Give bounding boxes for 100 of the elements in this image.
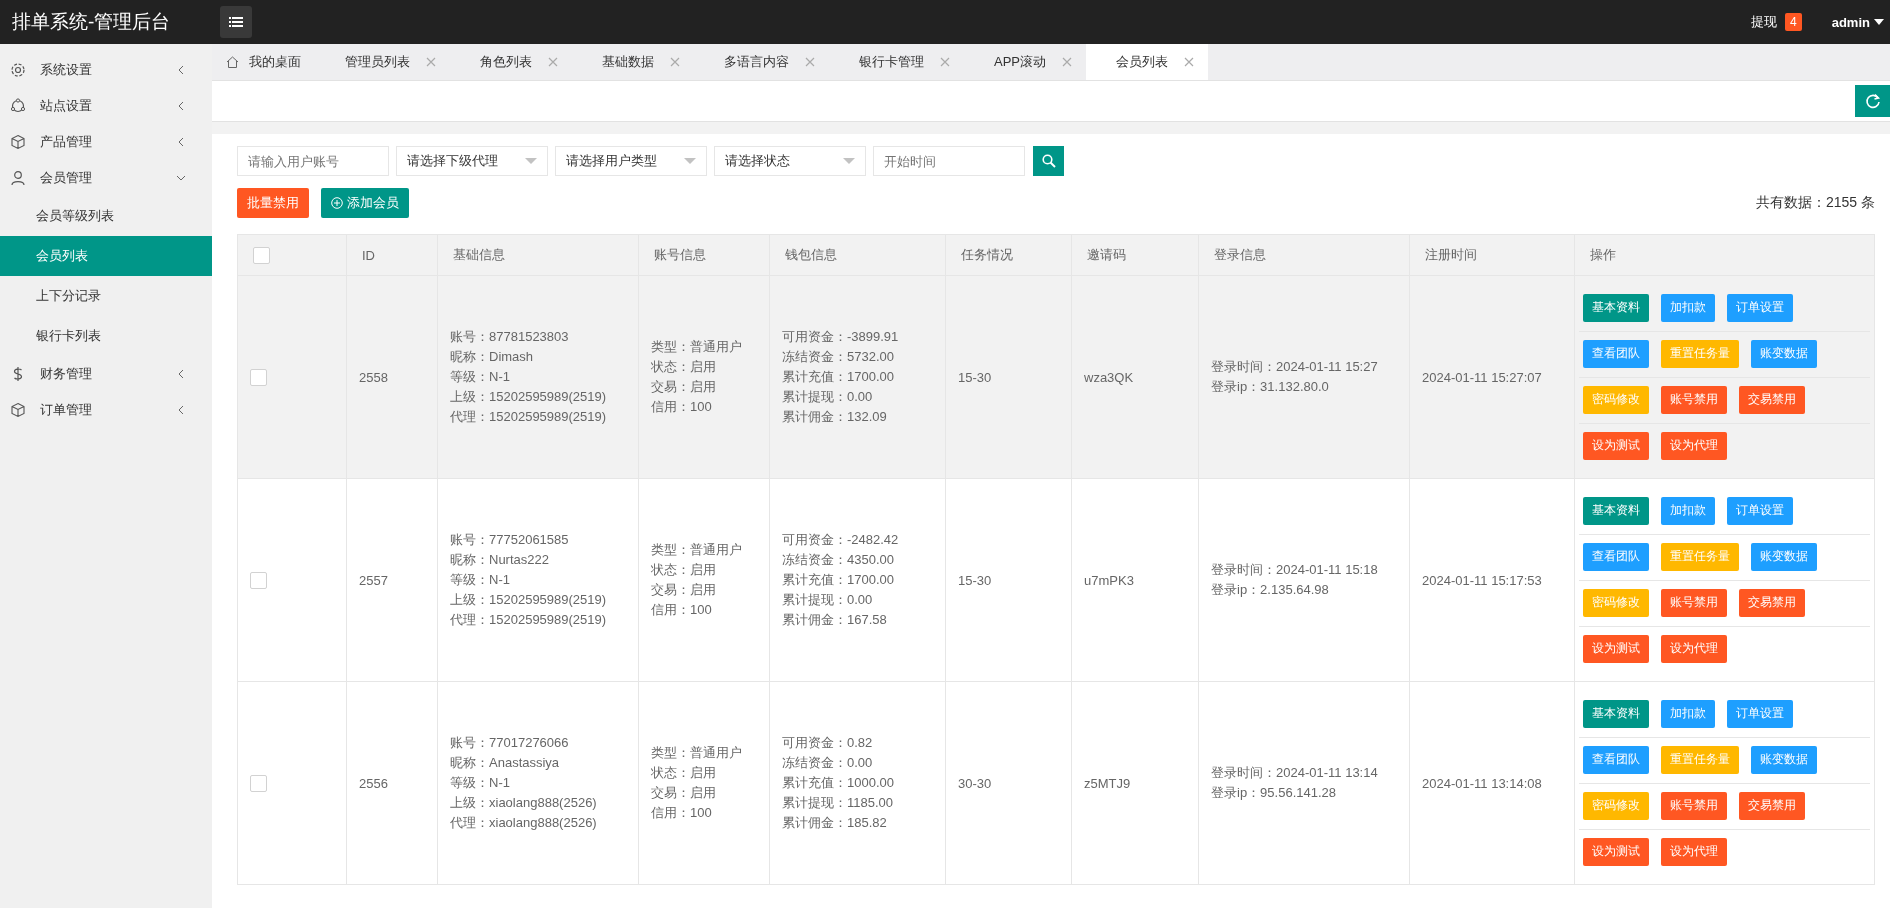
action-button[interactable]: 重置任务量 [1661, 339, 1739, 368]
cell-text: 交易：启用 [651, 581, 717, 599]
action-button[interactable]: 设为测试 [1583, 634, 1649, 663]
action-button[interactable]: 账号禁用 [1661, 588, 1727, 617]
sidebar-item[interactable]: 会员等级列表 [0, 196, 212, 236]
close-icon[interactable] [940, 57, 950, 67]
search-icon [1041, 154, 1056, 168]
cell-text: 登录ip：95.56.141.28 [1211, 784, 1338, 802]
action-button[interactable]: 账变数据 [1751, 745, 1817, 774]
checkbox[interactable] [250, 368, 267, 386]
action-button[interactable]: 设为代理 [1661, 837, 1727, 866]
sidebar-item[interactable]: 会员列表 [0, 236, 212, 276]
tab[interactable]: 我的桌面 [212, 44, 315, 80]
action-button[interactable]: 交易禁用 [1739, 588, 1805, 617]
sidebar-item[interactable]: 系统设置 [0, 52, 212, 88]
checkbox[interactable] [253, 246, 270, 264]
action-button[interactable]: 账变数据 [1751, 542, 1817, 571]
action-button[interactable]: 查看团队 [1583, 542, 1649, 571]
action-button[interactable]: 加扣款 [1661, 293, 1715, 322]
refresh-button[interactable] [1855, 85, 1890, 117]
chevron-icon [176, 101, 186, 111]
action-button[interactable]: 订单设置 [1727, 496, 1793, 525]
cell-text: 冻结资金：0.00 [782, 754, 874, 772]
action-button[interactable]: 查看团队 [1583, 745, 1649, 774]
close-icon[interactable] [426, 57, 436, 67]
cell-text: 代理：15202595989(2519) [450, 611, 608, 629]
withdraw-link[interactable]: 提现 [1751, 13, 1777, 31]
caret-icon [1874, 19, 1884, 25]
tab[interactable]: 会员列表 [1086, 44, 1208, 80]
menu-button[interactable] [220, 6, 252, 38]
dropdown[interactable]: 请选择状态 [714, 146, 866, 176]
close-icon[interactable] [1184, 57, 1194, 67]
menu-icon [229, 16, 243, 28]
close-icon[interactable] [805, 57, 815, 67]
tab[interactable]: APP滚动 [964, 44, 1086, 80]
action-button[interactable]: 设为测试 [1583, 837, 1649, 866]
cell-text: 昵称：Nurtas222 [450, 551, 550, 569]
action-button[interactable]: 加扣款 [1661, 496, 1715, 525]
action-button[interactable]: 交易禁用 [1739, 791, 1805, 820]
checkbox[interactable] [250, 571, 267, 589]
input-field[interactable]: 开始时间 [873, 146, 1025, 176]
action-button[interactable]: 基本资料 [1583, 293, 1649, 322]
search-button[interactable] [1033, 146, 1064, 176]
home-icon [226, 56, 239, 68]
action-button[interactable]: 密码修改 [1583, 385, 1649, 414]
cell-text: 2024-01-11 15:27:07 [1422, 369, 1542, 385]
tab[interactable]: 角色列表 [450, 44, 572, 80]
cell-text: 30-30 [958, 775, 992, 791]
sidebar-item[interactable]: 银行卡列表 [0, 316, 212, 356]
cell-text: 状态：启用 [651, 561, 717, 579]
action-button[interactable]: 交易禁用 [1739, 385, 1805, 414]
cell-text: 上级：xiaolang888(2526) [450, 794, 598, 812]
close-icon[interactable] [548, 57, 558, 67]
input-field[interactable]: 请输入用户账号 [237, 146, 389, 176]
sidebar-item[interactable]: 站点设置 [0, 88, 212, 124]
dropdown[interactable]: 请选择用户类型 [555, 146, 707, 176]
action-button[interactable]: 设为代理 [1661, 634, 1727, 663]
action-button[interactable]: 基本资料 [1583, 699, 1649, 728]
tab[interactable]: 管理员列表 [315, 44, 450, 80]
action-button[interactable]: 账号禁用 [1661, 385, 1727, 414]
action-button[interactable]: 账号禁用 [1661, 791, 1727, 820]
action-button[interactable]: 重置任务量 [1661, 542, 1739, 571]
tab[interactable]: 多语言内容 [694, 44, 829, 80]
cell-text: 账号：87781523803 [450, 328, 570, 346]
cell-text: 账号：77752061585 [450, 531, 570, 549]
action-button[interactable]: 密码修改 [1583, 791, 1649, 820]
close-icon[interactable] [1062, 57, 1072, 67]
action-button[interactable]: 加扣款 [1661, 699, 1715, 728]
dropdown[interactable]: 请选择下级代理 [396, 146, 548, 176]
cell-text: wza3QK [1084, 369, 1134, 385]
cell-text: 登录时间：2024-01-11 15:27 [1211, 358, 1379, 376]
sidebar-item[interactable]: 订单管理 [0, 392, 212, 428]
action-button[interactable]: 设为测试 [1583, 431, 1649, 460]
cell-text: 信用：100 [651, 398, 713, 416]
record-count: 共有数据：2155 条 [1755, 194, 1875, 212]
action-button[interactable]: 订单设置 [1727, 699, 1793, 728]
cell-text: 状态：启用 [651, 358, 717, 376]
action-button[interactable]: 设为代理 [1661, 431, 1727, 460]
app-title: 排单系统-管理后台 [11, 10, 172, 34]
action-button[interactable]: 重置任务量 [1661, 745, 1739, 774]
action-button[interactable]: 密码修改 [1583, 588, 1649, 617]
action-button[interactable]: 账变数据 [1751, 339, 1817, 368]
cell-text: 登录时间：2024-01-11 15:18 [1211, 561, 1379, 579]
action-button[interactable]: 查看团队 [1583, 339, 1649, 368]
action-button[interactable]: 订单设置 [1727, 293, 1793, 322]
sidebar-item[interactable]: 财务管理 [0, 356, 212, 392]
action-button[interactable]: 批量禁用 [237, 188, 309, 218]
checkbox[interactable] [250, 774, 267, 792]
action-button[interactable]: 添加会员 [321, 188, 409, 218]
tab[interactable]: 基础数据 [572, 44, 694, 80]
tab[interactable]: 银行卡管理 [829, 44, 964, 80]
user-menu[interactable]: admin [1831, 14, 1884, 30]
cell-text: 2558 [359, 369, 388, 385]
sidebar-item[interactable]: 上下分记录 [0, 276, 212, 316]
sidebar-item[interactable]: 会员管理 [0, 160, 212, 196]
cell-text: 累计充值：1700.00 [782, 571, 895, 589]
action-button[interactable]: 基本资料 [1583, 496, 1649, 525]
sidebar-item[interactable]: 产品管理 [0, 124, 212, 160]
column-header: 钱包信息 [769, 234, 946, 276]
close-icon[interactable] [670, 57, 680, 67]
